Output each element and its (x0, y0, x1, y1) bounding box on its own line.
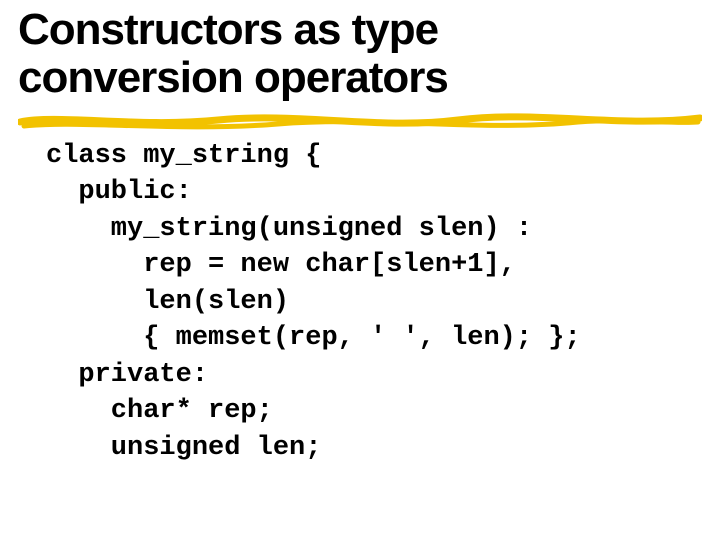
code-line: char* rep; (46, 396, 273, 426)
slide: Constructors as type conversion operator… (0, 0, 720, 540)
code-line: { memset(rep, ' ', len); }; (46, 323, 581, 353)
code-line: unsigned len; (46, 433, 321, 463)
code-line: class my_string { (46, 141, 321, 171)
slide-title: Constructors as type conversion operator… (18, 6, 702, 101)
code-line: len(slen) (46, 287, 289, 317)
code-block: class my_string { public: my_string(unsi… (46, 138, 581, 466)
code-line: rep = new char[slen+1], (46, 250, 516, 280)
code-line: my_string(unsigned slen) : (46, 214, 532, 244)
title-line-1: Constructors as type (18, 6, 702, 54)
title-line-2: conversion operators (18, 54, 702, 102)
code-line: private: (46, 360, 208, 390)
scribble-underline-icon (18, 108, 702, 132)
title-underline (18, 108, 702, 132)
code-line: public: (46, 177, 192, 207)
